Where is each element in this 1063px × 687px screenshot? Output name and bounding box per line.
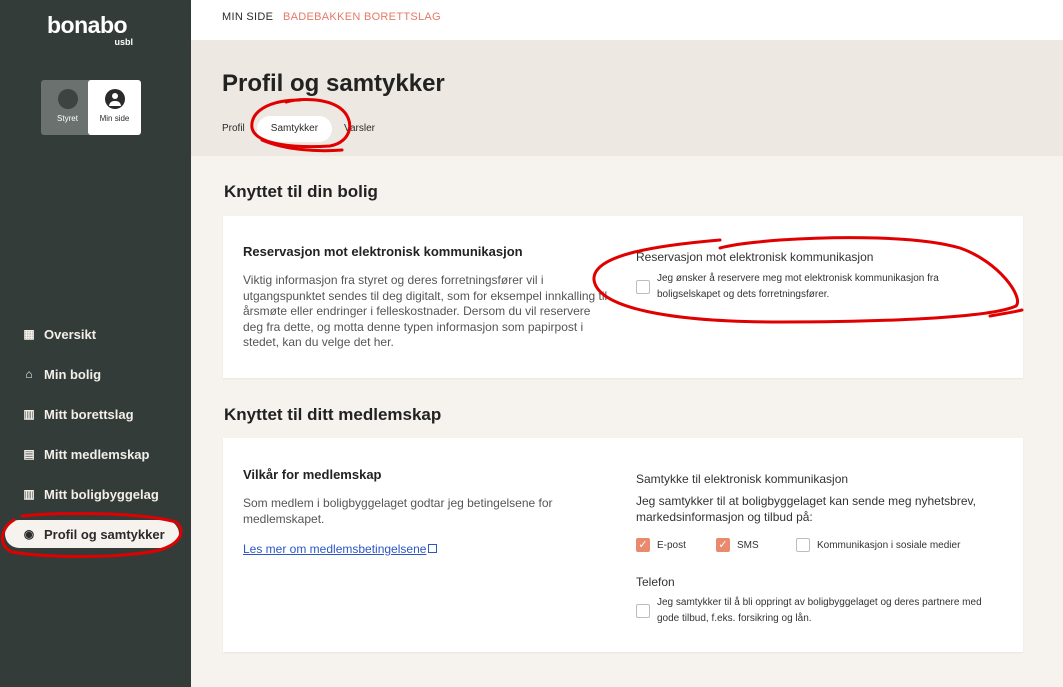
breadcrumb-min-side[interactable]: MIN SIDE xyxy=(222,11,273,23)
channel-label: E-post xyxy=(657,540,686,551)
reservation-checkbox[interactable] xyxy=(636,280,650,294)
nav-item-label: Mitt boligbyggelag xyxy=(44,486,159,502)
sidebar: bonabo usbl Styret Min side ▦ Oversikt ⌂… xyxy=(0,0,191,687)
role-label: Styret xyxy=(57,114,78,123)
nav-item-profil-og-samtykker[interactable]: ◉ Profil og samtykker xyxy=(0,514,191,554)
consent-title: Samtykke til elektronisk kommunikasjon xyxy=(636,472,849,486)
building-icon: ▥ xyxy=(23,407,35,421)
card-description: Viktig informasjon fra styret og deres f… xyxy=(243,273,608,349)
card-description: Som medlem i boligbyggelaget godtar jeg … xyxy=(243,496,553,526)
home-icon: ⌂ xyxy=(25,367,33,381)
main-nav: ▦ Oversikt ⌂ Min bolig ▥ Mitt borettslag… xyxy=(0,314,191,554)
role-label: Min side xyxy=(99,114,130,123)
tab-varsler[interactable]: Varsler xyxy=(336,116,383,142)
role-tile-styret[interactable]: Styret xyxy=(41,80,94,135)
user-icon xyxy=(104,89,125,109)
email-checkbox[interactable]: ✓ xyxy=(636,538,650,552)
nav-item-label: Min bolig xyxy=(44,366,102,382)
user-circle-icon: ◉ xyxy=(23,527,35,541)
role-tile-min-side[interactable]: Min side xyxy=(88,80,141,135)
nav-item-label: Mitt borettslag xyxy=(44,406,134,422)
phone-consent-label: Jeg samtykker til å bli oppringt av boli… xyxy=(657,597,982,624)
grid-icon: ▦ xyxy=(23,327,35,341)
consent-text: Jeg samtykker til at boligbyggelaget kan… xyxy=(636,494,976,524)
top-bar: MIN SIDE BADEBAKKEN BORETTSLAG xyxy=(191,0,1063,40)
option-title: Reservasjon mot elektronisk kommunikasjo… xyxy=(636,250,874,264)
phone-title: Telefon xyxy=(636,575,675,589)
nav-item-min-bolig[interactable]: ⌂ Min bolig xyxy=(0,354,191,394)
card-title: Reservasjon mot elektronisk kommunikasjo… xyxy=(243,244,523,259)
card-reservasjon: Reservasjon mot elektronisk kommunikasjo… xyxy=(223,216,1023,378)
nav-item-mitt-medlemskap[interactable]: ▤ Mitt medlemskap xyxy=(0,434,191,474)
reservation-option[interactable]: Jeg ønsker å reservere meg mot elektroni… xyxy=(636,271,976,303)
channel-label: Kommunikasjon i sosiale medier xyxy=(817,540,961,551)
buildings-icon: ▥ xyxy=(23,487,35,501)
external-link-icon xyxy=(428,544,438,553)
tab-profil[interactable]: Profil xyxy=(222,116,253,142)
team-icon xyxy=(57,89,78,109)
page-header: Profil og samtykker Profil Samtykker Var… xyxy=(191,40,1063,156)
channel-label: SMS xyxy=(737,540,759,551)
channel-sms[interactable]: ✓ SMS xyxy=(716,538,759,553)
tab-bar: Profil Samtykker Varsler xyxy=(222,116,383,142)
channel-email[interactable]: ✓ E-post xyxy=(636,538,686,553)
nav-item-label: Mitt medlemskap xyxy=(44,446,150,462)
nav-item-label: Profil og samtykker xyxy=(44,526,165,542)
section-title-medlemskap: Knyttet til ditt medlemskap xyxy=(224,405,442,424)
id-card-icon: ▤ xyxy=(23,447,35,461)
sms-checkbox[interactable]: ✓ xyxy=(716,538,730,552)
membership-terms-link[interactable]: Les mer om medlemsbetingelsene xyxy=(243,542,438,556)
logo-subtext: usbl xyxy=(114,37,133,47)
reservation-label: Jeg ønsker å reservere meg mot elektroni… xyxy=(657,273,939,300)
tab-samtykker[interactable]: Samtykker xyxy=(256,116,333,142)
breadcrumb-borettslag[interactable]: BADEBAKKEN BORETTSLAG xyxy=(283,11,441,23)
page-title: Profil og samtykker xyxy=(222,70,445,97)
social-media-checkbox[interactable] xyxy=(796,538,810,552)
nav-item-label: Oversikt xyxy=(44,326,97,342)
card-medlemskap: Vilkår for medlemskap Som medlem i bolig… xyxy=(223,438,1023,652)
phone-consent-checkbox[interactable] xyxy=(636,604,650,618)
card-title: Vilkår for medlemskap xyxy=(243,467,382,482)
channel-social-media[interactable]: Kommunikasjon i sosiale medier xyxy=(796,538,960,553)
nav-item-mitt-boligbyggelag[interactable]: ▥ Mitt boligbyggelag xyxy=(0,474,191,514)
nav-item-oversikt[interactable]: ▦ Oversikt xyxy=(0,314,191,354)
nav-item-mitt-borettslag[interactable]: ▥ Mitt borettslag xyxy=(0,394,191,434)
link-text: Les mer om medlemsbetingelsene xyxy=(243,542,427,556)
section-title-bolig: Knyttet til din bolig xyxy=(224,182,378,201)
bonabo-logo[interactable]: bonabo usbl xyxy=(47,12,137,47)
logo-text: bonabo xyxy=(47,12,128,38)
phone-consent-option[interactable]: Jeg samtykker til å bli oppringt av boli… xyxy=(636,595,996,627)
